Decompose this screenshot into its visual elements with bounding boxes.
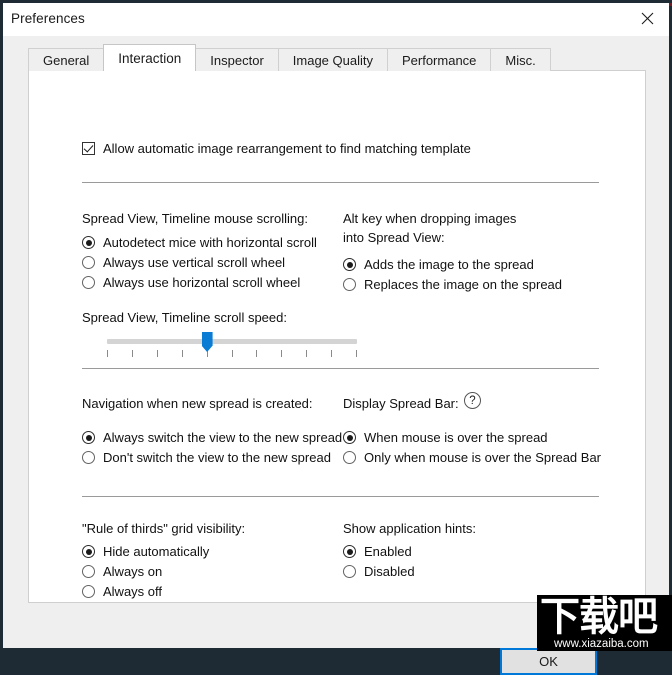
group-label-app-hints: Show application hints: (343, 521, 476, 536)
radio-hints-enabled-label: Enabled (364, 544, 412, 559)
tab-page-interaction: Allow automatic image rearrangement to f… (28, 70, 646, 603)
radio-spread-bar-only-over-bar[interactable]: Only when mouse is over the Spread Bar (343, 450, 601, 465)
tab-misc[interactable]: Misc. (490, 48, 551, 71)
radio-autodetect-horizontal-scroll[interactable]: Autodetect mice with horizontal scroll (82, 235, 317, 250)
radio-always-horizontal-wheel[interactable]: Always use horizontal scroll wheel (82, 275, 300, 290)
checkbox-auto-rearrange-box[interactable] (82, 142, 95, 155)
slider-tick (231, 350, 233, 357)
radio-spread-bar-when-mouse-over-spread[interactable]: When mouse is over the spread (343, 430, 548, 445)
title-bar: Preferences (3, 3, 669, 37)
separator-2 (82, 368, 599, 369)
group-label-alt-key-line1: Alt key when dropping images (343, 211, 517, 226)
separator-3 (82, 496, 599, 497)
radio-dont-switch-view-dot[interactable] (82, 451, 95, 464)
slider-tick (181, 350, 183, 357)
preferences-dialog: Preferences General Interaction Inspecto… (3, 3, 672, 675)
radio-always-horizontal-wheel-label: Always use horizontal scroll wheel (103, 275, 301, 290)
radio-hints-disabled[interactable]: Disabled (343, 564, 415, 579)
tab-general[interactable]: General (28, 48, 105, 71)
radio-autodetect-horizontal-scroll-dot[interactable] (82, 236, 95, 249)
tab-interaction[interactable]: Interaction (103, 44, 197, 71)
separator-1 (82, 182, 599, 183)
slider-tick (281, 350, 283, 357)
group-label-rule-of-thirds: "Rule of thirds" grid visibility: (82, 521, 246, 536)
close-button[interactable] (625, 3, 669, 34)
scroll-speed-slider-track[interactable] (107, 339, 357, 344)
radio-grid-always-off-dot[interactable] (82, 585, 95, 598)
slider-tick (156, 350, 158, 357)
scroll-speed-slider-thumb[interactable] (201, 332, 213, 352)
radio-alt-adds-image-dot[interactable] (343, 258, 356, 271)
radio-always-switch-view-label: Always switch the view to the new spread (103, 430, 343, 445)
radio-grid-always-on[interactable]: Always on (82, 564, 162, 579)
dialog-body: General Interaction Inspector Image Qual… (3, 36, 669, 675)
radio-hints-enabled-dot[interactable] (343, 545, 356, 558)
radio-grid-always-on-dot[interactable] (82, 565, 95, 578)
slider-tick (306, 350, 308, 357)
radio-always-switch-view-dot[interactable] (82, 431, 95, 444)
slider-tick (131, 350, 133, 357)
slider-tick (256, 350, 258, 357)
radio-grid-always-off-label: Always off (103, 584, 163, 599)
group-label-spread-bar: Display Spread Bar: (343, 396, 459, 411)
radio-hints-disabled-dot[interactable] (343, 565, 356, 578)
radio-grid-hide-automatically-dot[interactable] (82, 545, 95, 558)
slider-tick (107, 350, 108, 357)
tab-image-quality[interactable]: Image Quality (277, 48, 388, 71)
radio-spread-bar-only-over-bar-dot[interactable] (343, 451, 356, 464)
radio-autodetect-horizontal-scroll-label: Autodetect mice with horizontal scroll (103, 235, 317, 250)
radio-dont-switch-view[interactable]: Don't switch the view to the new spread (82, 450, 331, 465)
scroll-speed-slider-ticks (107, 350, 357, 358)
close-icon (641, 12, 653, 25)
radio-alt-replaces-image[interactable]: Replaces the image on the spread (343, 277, 562, 292)
radio-hints-enabled[interactable]: Enabled (343, 544, 412, 559)
radio-alt-adds-image-label: Adds the image to the spread (364, 257, 534, 272)
tab-strip: General Interaction Inspector Image Qual… (28, 44, 551, 71)
radio-alt-replaces-image-label: Replaces the image on the spread (364, 277, 563, 292)
tab-performance[interactable]: Performance (386, 48, 492, 71)
radio-always-vertical-wheel[interactable]: Always use vertical scroll wheel (82, 255, 285, 270)
radio-hints-disabled-label: Disabled (364, 564, 415, 579)
checkbox-auto-rearrange[interactable]: Allow automatic image rearrangement to f… (82, 141, 471, 156)
radio-alt-replaces-image-dot[interactable] (343, 278, 356, 291)
scroll-speed-slider[interactable] (107, 332, 357, 365)
radio-grid-hide-automatically[interactable]: Hide automatically (82, 544, 209, 559)
window-title: Preferences (11, 11, 85, 26)
radio-grid-always-on-label: Always on (103, 564, 163, 579)
group-label-scroll-speed: Spread View, Timeline scroll speed: (82, 310, 287, 325)
radio-alt-adds-image[interactable]: Adds the image to the spread (343, 257, 534, 272)
ok-button[interactable]: OK (500, 648, 597, 675)
tab-inspector[interactable]: Inspector (195, 48, 279, 71)
radio-grid-always-off[interactable]: Always off (82, 584, 162, 599)
radio-dont-switch-view-label: Don't switch the view to the new spread (103, 450, 331, 465)
radio-grid-hide-automatically-label: Hide automatically (103, 544, 210, 559)
group-label-scrolling: Spread View, Timeline mouse scrolling: (82, 211, 308, 226)
help-icon[interactable]: ? (464, 392, 481, 409)
radio-spread-bar-when-mouse-over-spread-label: When mouse is over the spread (364, 430, 548, 445)
slider-tick (331, 350, 333, 357)
radio-spread-bar-only-over-bar-label: Only when mouse is over the Spread Bar (364, 450, 602, 465)
radio-always-vertical-wheel-label: Always use vertical scroll wheel (103, 255, 286, 270)
radio-spread-bar-when-mouse-over-spread-dot[interactable] (343, 431, 356, 444)
slider-tick (356, 350, 357, 357)
group-label-navigation: Navigation when new spread is created: (82, 396, 313, 411)
group-label-alt-key-line2: into Spread View: (343, 230, 445, 245)
radio-always-switch-view[interactable]: Always switch the view to the new spread (82, 430, 342, 445)
radio-always-horizontal-wheel-dot[interactable] (82, 276, 95, 289)
checkbox-auto-rearrange-label: Allow automatic image rearrangement to f… (103, 141, 471, 156)
radio-always-vertical-wheel-dot[interactable] (82, 256, 95, 269)
